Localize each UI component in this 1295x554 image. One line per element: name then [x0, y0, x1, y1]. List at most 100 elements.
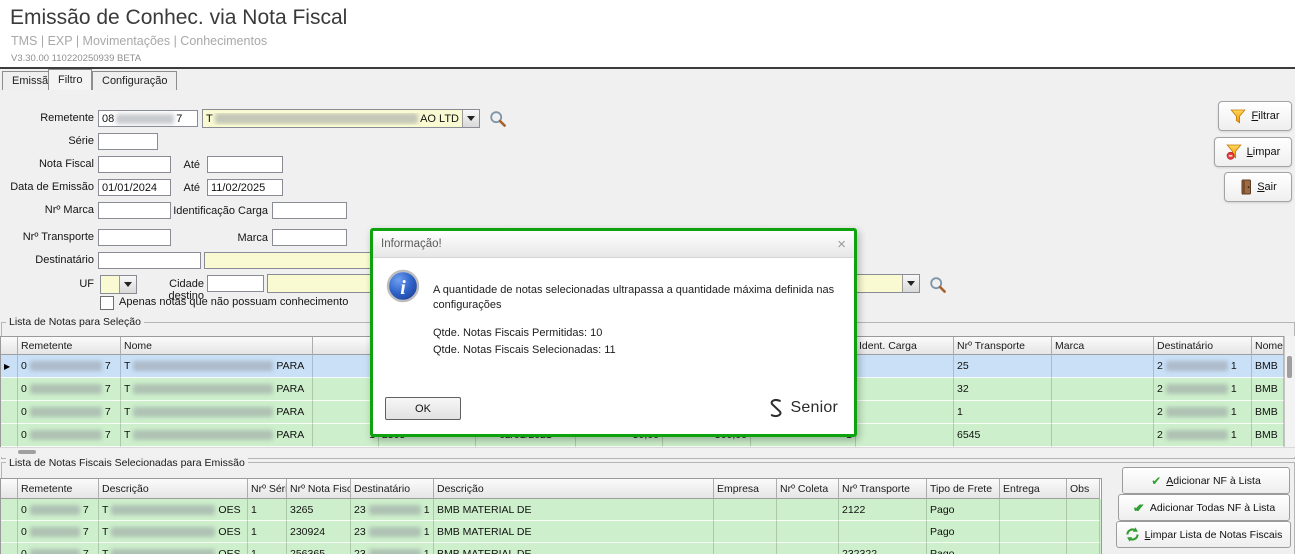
- table-cell[interactable]: [1000, 499, 1067, 521]
- remetente-code-input[interactable]: 08 7: [98, 110, 198, 127]
- column-header[interactable]: Nome: [121, 337, 313, 355]
- only-without-conhecimento-checkbox[interactable]: [100, 296, 114, 310]
- table-cell[interactable]: [856, 355, 954, 378]
- scrollbar-thumb[interactable]: [18, 450, 36, 454]
- column-header[interactable]: [1, 337, 18, 355]
- column-header[interactable]: Nrº Coleta: [777, 479, 839, 499]
- cidade-destino-code-input[interactable]: [207, 275, 264, 292]
- column-header[interactable]: Ident. Carga: [856, 337, 954, 355]
- table-cell[interactable]: [777, 543, 839, 554]
- table-cell[interactable]: [777, 499, 839, 521]
- table-cell[interactable]: 230924: [287, 521, 351, 543]
- table-cell[interactable]: 32: [954, 378, 1052, 401]
- table-cell[interactable]: [1067, 543, 1100, 554]
- limpar-button[interactable]: Limpar: [1214, 137, 1292, 167]
- table-cell[interactable]: [1052, 401, 1154, 424]
- column-header[interactable]: Descrição: [99, 479, 248, 499]
- adicionar-nf-button[interactable]: ✔ Adicionar NF à Lista: [1122, 467, 1290, 494]
- ident-carga-input[interactable]: [272, 202, 347, 219]
- column-header[interactable]: Tipo de Frete: [927, 479, 1000, 499]
- row-selector[interactable]: ▶: [1, 355, 18, 378]
- table-cell[interactable]: 1: [248, 499, 287, 521]
- column-header[interactable]: Entrega: [1000, 479, 1067, 499]
- search-icon[interactable]: [489, 110, 507, 128]
- table-cell[interactable]: T PARA: [121, 355, 313, 378]
- table-cell[interactable]: 21: [1154, 355, 1252, 378]
- table-cell[interactable]: [1052, 378, 1154, 401]
- table-cell[interactable]: BMB MATERIAL DE: [434, 499, 714, 521]
- row-selector[interactable]: [1, 378, 18, 401]
- table-cell[interactable]: 23 1: [351, 499, 434, 521]
- table-cell[interactable]: BMB MATERIAL DE: [434, 543, 714, 554]
- table-cell[interactable]: 256365: [287, 543, 351, 554]
- table-cell[interactable]: [1052, 424, 1154, 447]
- scrollbar-thumb[interactable]: [1287, 356, 1292, 378]
- table-cell[interactable]: [839, 521, 927, 543]
- table-cell[interactable]: T PARA: [121, 424, 313, 447]
- table-cell[interactable]: T OES: [99, 499, 248, 521]
- table-cell[interactable]: 07: [18, 543, 99, 554]
- data-emissao-ate-input[interactable]: 11/02/2025: [207, 179, 283, 196]
- table-cell[interactable]: 07: [18, 401, 121, 424]
- vertical-scrollbar[interactable]: [1284, 336, 1295, 447]
- table-cell[interactable]: [1000, 543, 1067, 554]
- table-cell[interactable]: Pago: [927, 521, 1000, 543]
- chevron-down-icon[interactable]: [902, 275, 919, 292]
- row-selector[interactable]: [1, 424, 18, 447]
- table-cell[interactable]: 232322: [839, 543, 927, 554]
- close-icon[interactable]: ×: [837, 237, 846, 252]
- table-cell[interactable]: BMB MATERIAL DE: [434, 521, 714, 543]
- table-cell[interactable]: [1000, 521, 1067, 543]
- table-cell[interactable]: [856, 401, 954, 424]
- table-cell[interactable]: T OES: [99, 543, 248, 554]
- chevron-down-icon[interactable]: [119, 276, 136, 293]
- table-cell[interactable]: [714, 521, 777, 543]
- table-cell[interactable]: [1067, 499, 1100, 521]
- search-icon[interactable]: [929, 276, 947, 294]
- column-header[interactable]: Remetente: [18, 479, 99, 499]
- sair-button[interactable]: Sair: [1224, 172, 1292, 202]
- table-cell[interactable]: [1067, 521, 1100, 543]
- uf-combo[interactable]: [100, 275, 137, 294]
- column-header[interactable]: Nrº Transporte: [839, 479, 927, 499]
- row-selector[interactable]: [1, 543, 18, 554]
- table-cell[interactable]: T PARA: [121, 378, 313, 401]
- table-cell[interactable]: BMB: [1252, 401, 1284, 424]
- row-selector[interactable]: [1, 401, 18, 424]
- column-header[interactable]: Marca: [1052, 337, 1154, 355]
- column-header[interactable]: Empresa: [714, 479, 777, 499]
- table-cell[interactable]: [714, 499, 777, 521]
- table-cell[interactable]: [714, 543, 777, 554]
- table-cell[interactable]: [856, 378, 954, 401]
- column-header[interactable]: Obs: [1067, 479, 1100, 499]
- column-header[interactable]: Destinatário: [1154, 337, 1252, 355]
- table-cell[interactable]: 23 1: [351, 521, 434, 543]
- table-cell[interactable]: [1052, 355, 1154, 378]
- table-cell[interactable]: 07: [18, 499, 99, 521]
- column-header[interactable]: Nome: [1252, 337, 1284, 355]
- adicionar-todas-nf-button[interactable]: ✔✔ Adicionar Todas NF à Lista: [1118, 494, 1290, 521]
- table-cell[interactable]: 6545: [954, 424, 1052, 447]
- horizontal-scrollbar[interactable]: [0, 447, 1295, 457]
- table-cell[interactable]: T OES: [99, 521, 248, 543]
- table-cell[interactable]: [856, 424, 954, 447]
- column-header[interactable]: Remetente: [18, 337, 121, 355]
- table-cell[interactable]: 23 1: [351, 543, 434, 554]
- ok-button[interactable]: OK: [385, 397, 461, 420]
- column-header[interactable]: Descrição: [434, 479, 714, 499]
- table-cell[interactable]: 21: [1154, 401, 1252, 424]
- table-cell[interactable]: BMB: [1252, 424, 1284, 447]
- table-cell[interactable]: 1: [954, 401, 1052, 424]
- serie-input[interactable]: [98, 133, 158, 150]
- limpar-lista-button[interactable]: Limpar Lista de Notas Fiscais: [1116, 521, 1291, 548]
- tab-filtro[interactable]: Filtro: [48, 69, 93, 90]
- table-row[interactable]: 0 7 T OES 1 230924 23 1 BMB MATERIAL DE Pago: [1, 521, 1101, 543]
- table-cell[interactable]: BMB: [1252, 378, 1284, 401]
- table-cell[interactable]: 2122: [839, 499, 927, 521]
- column-header[interactable]: Nrº Série: [248, 479, 287, 499]
- table-cell[interactable]: 25: [954, 355, 1052, 378]
- table-row[interactable]: 0 7 T OES 1 3265 23 1 BMB MATERIAL DE 2122 Pago: [1, 499, 1101, 521]
- table-cell[interactable]: 07: [18, 378, 121, 401]
- row-selector[interactable]: [1, 521, 18, 543]
- table-cell[interactable]: [777, 521, 839, 543]
